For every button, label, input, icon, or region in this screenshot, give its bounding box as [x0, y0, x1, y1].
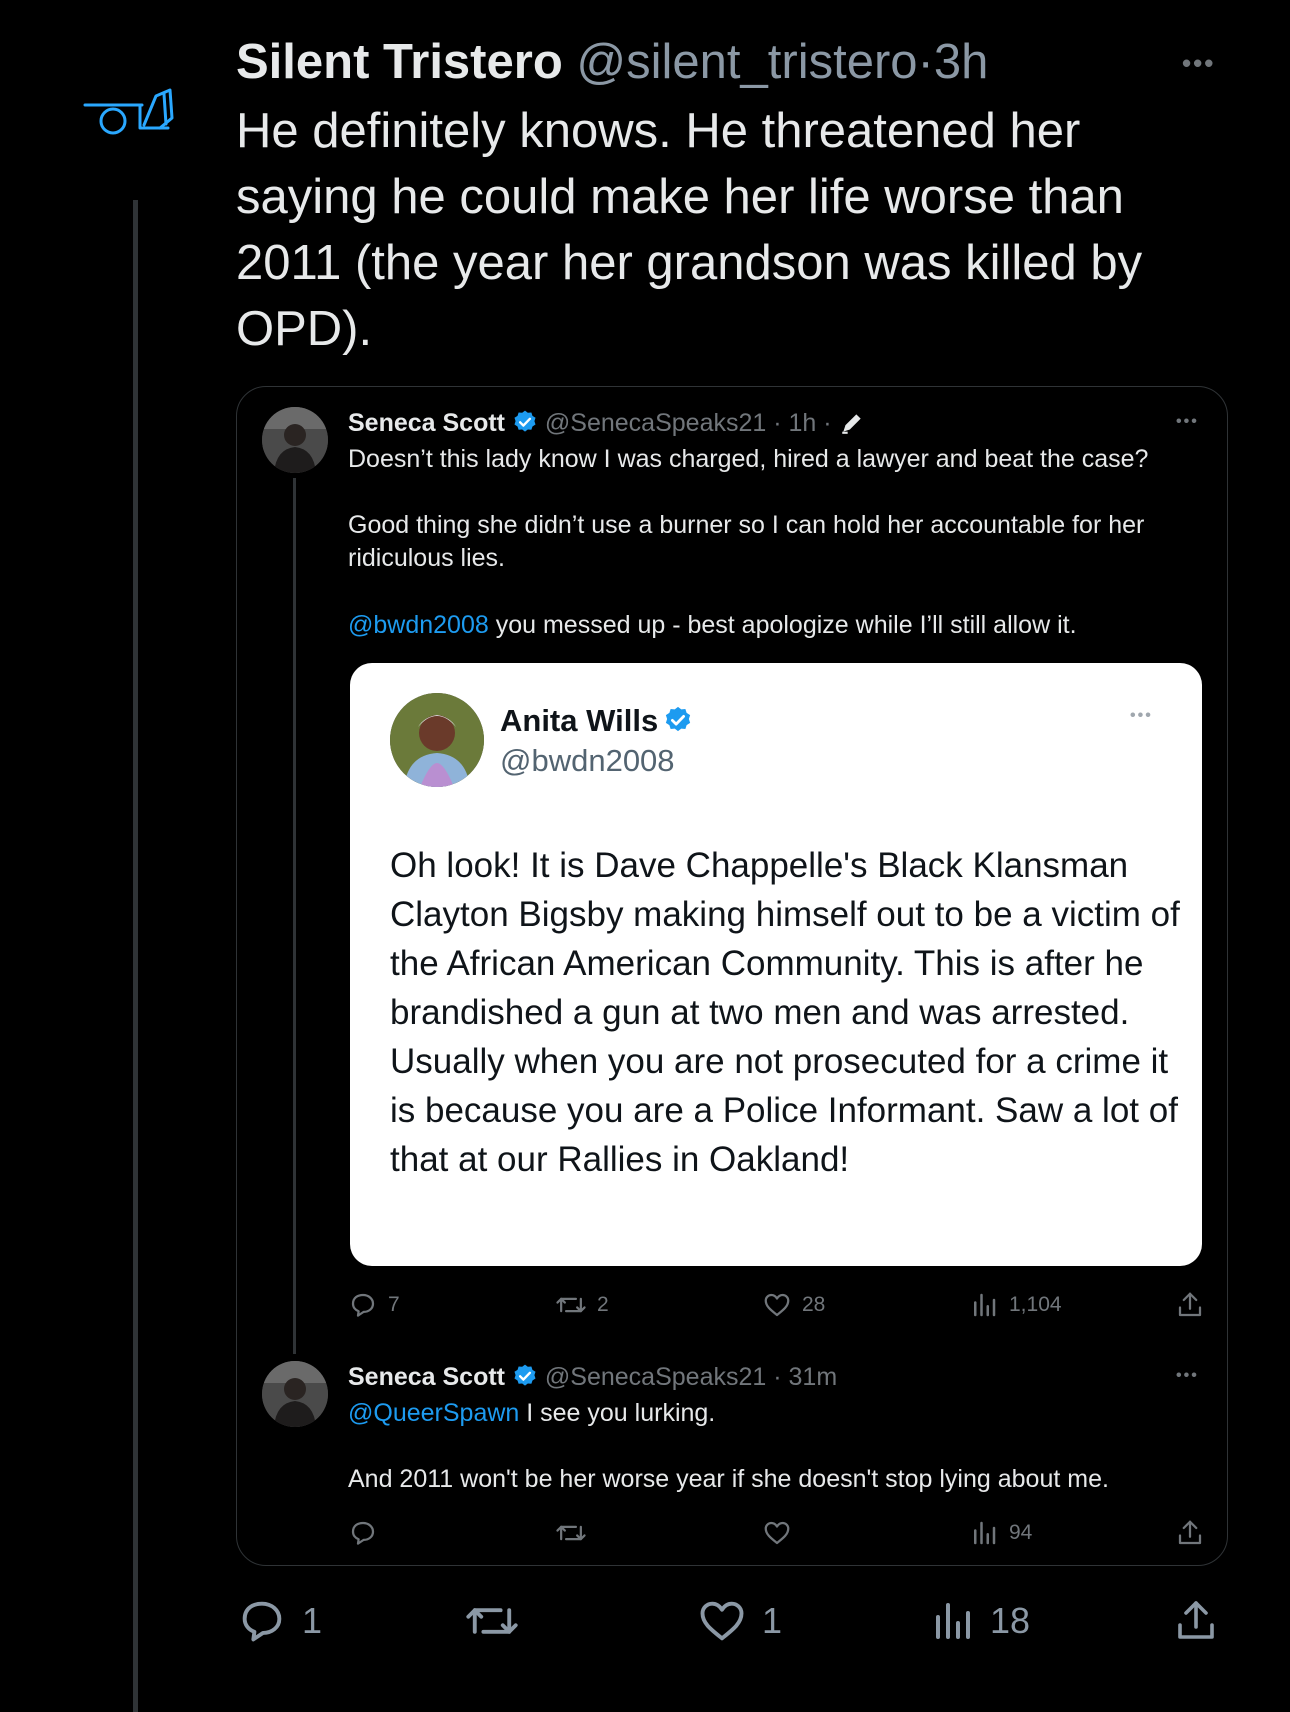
avatar[interactable]	[262, 1361, 328, 1427]
avatar	[390, 693, 484, 787]
embedded-tweet-text: Oh look! It is Dave Chappelle's Black Kl…	[390, 846, 1180, 1179]
neon-logo-icon[interactable]	[80, 78, 190, 140]
reply-thread-line	[293, 478, 296, 1354]
pencil-icon	[841, 414, 861, 434]
retweet-icon	[556, 1525, 586, 1541]
embedded-author-name: Anita Wills	[500, 703, 659, 738]
tweet-time[interactable]: 1h	[789, 409, 817, 437]
author-name[interactable]: Seneca Scott	[348, 409, 505, 437]
author-handle[interactable]: @SenecaSpeaks21	[545, 409, 766, 437]
like-count: 28	[802, 1293, 826, 1316]
reply-button[interactable]: 1	[236, 1595, 322, 1647]
tweet-text-line: Good thing she didn’t use a burner so I …	[348, 511, 1145, 572]
quoted-tweet-header: Seneca Scott @SenecaSpeaks21 · 1h ·	[348, 407, 865, 439]
more-options-button[interactable]: •••	[1176, 413, 1199, 431]
retweet-icon	[466, 1608, 518, 1634]
main-tweet-header: Silent Tristero @silent_tristero·3h	[236, 34, 988, 90]
tweet-text-line: @bwdn2008 you messed up - best apologize…	[348, 609, 1188, 642]
author-name[interactable]: Silent Tristero	[236, 35, 563, 89]
heart-icon	[700, 1601, 744, 1641]
reply-icon	[242, 1601, 282, 1642]
views-icon	[974, 1521, 996, 1545]
reply-button[interactable]	[348, 1518, 388, 1548]
tweet-time[interactable]: 31m	[789, 1363, 838, 1391]
tweet-text-rest: I see you lurking.	[519, 1399, 716, 1427]
tweet-text-rest: you messed up - best apologize while I’l…	[488, 611, 1077, 639]
views-icon	[936, 1603, 970, 1639]
share-button[interactable]	[1175, 1518, 1215, 1548]
verified-badge-icon	[514, 410, 536, 432]
reply-button[interactable]: 7	[348, 1290, 400, 1320]
mention-link[interactable]: @QueerSpawn	[348, 1399, 519, 1427]
share-button[interactable]	[1175, 1290, 1215, 1320]
more-options-button[interactable]: •••	[1182, 48, 1215, 79]
share-icon	[1178, 1520, 1202, 1545]
retweet-button[interactable]	[555, 1518, 597, 1548]
quoted-tweet-header: Seneca Scott @SenecaSpeaks21 · 31m	[348, 1363, 838, 1391]
author-name[interactable]: Seneca Scott	[348, 1363, 505, 1391]
heart-icon	[764, 1521, 790, 1545]
embedded-author-handle: @bwdn2008	[500, 743, 675, 778]
tweet-time[interactable]: 3h	[934, 35, 989, 89]
retweet-button[interactable]: 2	[555, 1290, 609, 1320]
share-icon	[1178, 1292, 1202, 1317]
retweet-icon	[556, 1297, 586, 1313]
reply-count: 1	[302, 1600, 323, 1641]
tweet-text-line: @QueerSpawn I see you lurking.	[348, 1397, 1188, 1430]
like-button[interactable]: 1	[696, 1595, 782, 1647]
reply-icon	[351, 1293, 375, 1317]
retweet-count: 2	[597, 1293, 609, 1316]
reply-count: 7	[388, 1293, 400, 1316]
more-options-icon: •••	[1130, 707, 1153, 724]
retweet-button[interactable]	[464, 1595, 534, 1647]
reply-icon	[351, 1521, 375, 1545]
views-count: 18	[990, 1600, 1031, 1641]
author-handle[interactable]: @silent_tristero	[576, 35, 917, 89]
views-count: 1,104	[1009, 1293, 1062, 1316]
like-count: 1	[762, 1600, 783, 1641]
views-count: 94	[1009, 1521, 1033, 1544]
share-icon	[1178, 1601, 1214, 1639]
verified-badge-icon	[665, 706, 690, 732]
views-button[interactable]: 94	[969, 1518, 1032, 1548]
like-button[interactable]: 28	[762, 1290, 825, 1320]
more-options-button[interactable]: •••	[1176, 1367, 1199, 1385]
views-icon	[974, 1293, 996, 1317]
like-button[interactable]	[762, 1518, 802, 1548]
tweet-text-line: Doesn’t this lady know I was charged, hi…	[348, 445, 1149, 473]
verified-badge-icon	[514, 1364, 536, 1386]
tweet-text-line: And 2011 won't be her worse year if she …	[348, 1465, 1109, 1493]
embedded-tweet-screenshot: Anita Wills @bwdn2008 ••• Oh look! It is…	[350, 663, 1202, 1266]
mention-link[interactable]: @bwdn2008	[348, 611, 489, 639]
thread-line	[133, 200, 138, 1712]
heart-icon	[764, 1293, 790, 1317]
views-button[interactable]: 18	[928, 1595, 1030, 1647]
tweet-text: He definitely knows. He threatened her s…	[236, 104, 1143, 356]
views-button[interactable]: 1,104	[969, 1290, 1062, 1320]
author-handle[interactable]: @SenecaSpeaks21	[545, 1363, 766, 1391]
separator: ·	[917, 35, 934, 89]
avatar[interactable]	[262, 407, 328, 473]
share-button[interactable]	[1172, 1595, 1234, 1647]
